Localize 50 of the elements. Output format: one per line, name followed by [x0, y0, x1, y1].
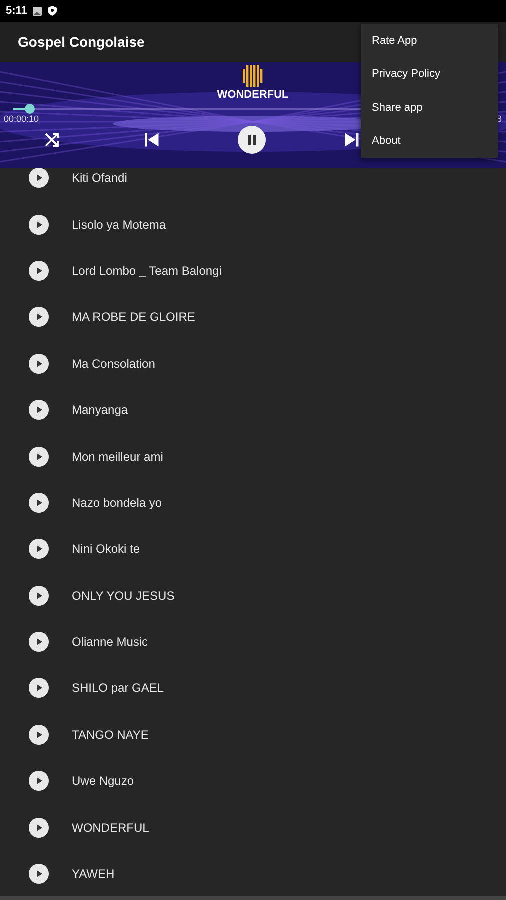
logo-icon — [242, 65, 264, 87]
song-title[interactable]: Uwe Nguzo — [72, 774, 134, 788]
song-title[interactable]: Nazo bondela yo — [72, 496, 162, 510]
song-title[interactable]: TANGO NAYE — [72, 728, 149, 742]
play-icon[interactable] — [29, 307, 49, 328]
play-icon[interactable] — [29, 446, 49, 467]
menu-item[interactable]: Privacy Policy — [361, 58, 498, 91]
skip-back-icon — [143, 131, 161, 149]
shield-icon — [48, 6, 58, 16]
play-icon[interactable] — [29, 678, 49, 698]
status-time: 5:11 — [6, 5, 28, 17]
song-title[interactable]: Mon meilleur ami — [72, 450, 164, 464]
play-icon[interactable] — [29, 632, 49, 652]
play-icon[interactable] — [29, 864, 49, 884]
song-title[interactable]: Manyanga — [72, 403, 128, 418]
play-icon[interactable] — [29, 168, 49, 188]
play-icon[interactable] — [29, 818, 49, 838]
song-title[interactable]: SHILO par GAEL — [72, 681, 164, 696]
menu-item[interactable]: About — [361, 124, 498, 158]
song-title[interactable]: Ma Consolation — [72, 356, 156, 371]
play-icon[interactable] — [29, 771, 49, 792]
play-icon[interactable] — [29, 724, 49, 745]
previous-button[interactable] — [143, 131, 161, 149]
play-icon[interactable] — [29, 539, 49, 560]
song-title[interactable]: Nini Okoki te — [72, 542, 140, 556]
pause-icon — [246, 134, 258, 146]
song-title[interactable]: Kiti Ofandi — [72, 171, 128, 186]
elapsed-time: 00:00:10 — [4, 114, 40, 124]
song-title[interactable]: ONLY YOU JESUS — [72, 588, 175, 603]
track-title: WONDERFUL — [217, 89, 289, 101]
shuffle-icon — [43, 131, 61, 149]
song-title[interactable]: WONDERFUL — [72, 820, 150, 835]
shuffle-button[interactable] — [43, 131, 61, 149]
next-button[interactable] — [343, 131, 361, 149]
play-icon[interactable] — [29, 400, 49, 420]
song-title[interactable]: Lord Lombo _ Team Balongi — [72, 264, 222, 278]
play-icon[interactable] — [29, 354, 49, 374]
song-title[interactable]: Olianne Music — [72, 635, 148, 650]
play-icon[interactable] — [29, 260, 49, 281]
play-icon[interactable] — [29, 214, 49, 235]
app-title: Gospel Congolaise — [18, 34, 145, 50]
menu-item[interactable]: Share app — [361, 91, 498, 124]
song-title[interactable]: Lisolo ya Motema — [72, 218, 166, 232]
image-icon — [33, 6, 42, 16]
menu-item[interactable]: Rate App — [361, 24, 498, 58]
song-title[interactable]: YAWEH — [72, 867, 115, 882]
song-title[interactable]: MA ROBE DE GLOIRE — [72, 310, 196, 324]
play-icon[interactable] — [29, 492, 49, 513]
skip-forward-icon — [343, 131, 361, 149]
play-icon[interactable] — [29, 586, 49, 606]
